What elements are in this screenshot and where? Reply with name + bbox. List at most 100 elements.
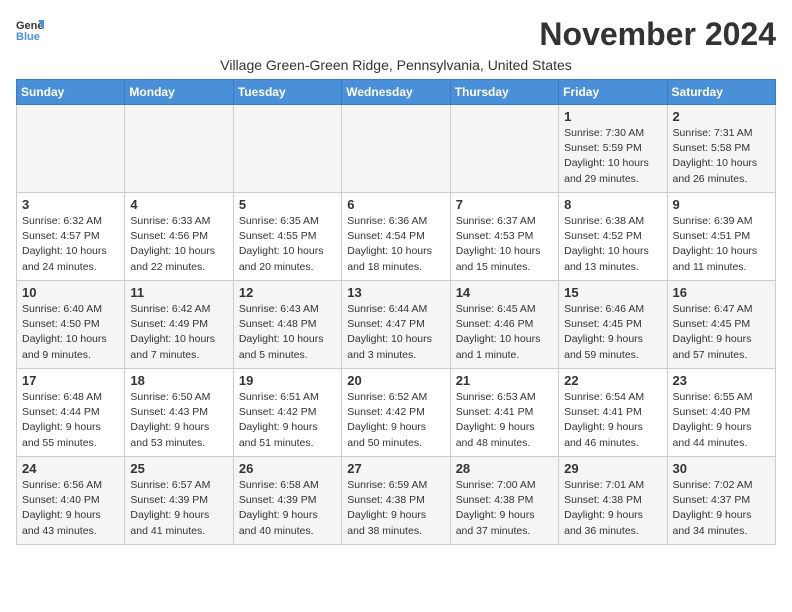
day-info: Sunrise: 6:33 AMSunset: 4:56 PMDaylight:… (130, 214, 227, 275)
day-number: 21 (456, 373, 553, 388)
day-of-week-header: Sunday (17, 80, 125, 105)
calendar-cell: 10 Sunrise: 6:40 AMSunset: 4:50 PMDayligh… (17, 281, 125, 369)
day-info: Sunrise: 6:44 AMSunset: 4:47 PMDaylight:… (347, 302, 444, 363)
calendar-cell: 11 Sunrise: 6:42 AMSunset: 4:49 PMDayligh… (125, 281, 233, 369)
calendar-cell: 18Sunrise: 6:50 AMSunset: 4:43 PMDayligh… (125, 369, 233, 457)
day-info: Sunrise: 6:59 AMSunset: 4:38 PMDaylight:… (347, 478, 444, 539)
calendar-week-row: 3 Sunrise: 6:32 AMSunset: 4:57 PMDaylight… (17, 193, 776, 281)
day-info: Sunrise: 7:31 AMSunset: 5:58 PMDaylight:… (673, 126, 770, 187)
calendar-week-row: 1 Sunrise: 7:30 AMSunset: 5:59 PMDaylight… (17, 105, 776, 193)
day-info: Sunrise: 6:43 AMSunset: 4:48 PMDaylight:… (239, 302, 336, 363)
day-number: 19 (239, 373, 336, 388)
calendar-cell: 23Sunrise: 6:55 AMSunset: 4:40 PMDayligh… (667, 369, 775, 457)
day-number: 5 (239, 197, 336, 212)
calendar-cell: 29Sunrise: 7:01 AMSunset: 4:38 PMDayligh… (559, 457, 667, 545)
calendar-cell: 6 Sunrise: 6:36 AMSunset: 4:54 PMDaylight… (342, 193, 450, 281)
calendar-cell: 20 Sunrise: 6:52 AMSunset: 4:42 PMDayligh… (342, 369, 450, 457)
svg-text:Blue: Blue (16, 31, 40, 43)
calendar-week-row: 10 Sunrise: 6:40 AMSunset: 4:50 PMDayligh… (17, 281, 776, 369)
day-number: 28 (456, 461, 553, 476)
day-number: 15 (564, 285, 661, 300)
day-of-week-header: Monday (125, 80, 233, 105)
day-info: Sunrise: 7:30 AMSunset: 5:59 PMDaylight:… (564, 126, 661, 187)
calendar-cell: 24Sunrise: 6:56 AMSunset: 4:40 PMDayligh… (17, 457, 125, 545)
day-of-week-header: Wednesday (342, 80, 450, 105)
day-of-week-header: Friday (559, 80, 667, 105)
day-info: Sunrise: 6:39 AMSunset: 4:51 PMDaylight:… (673, 214, 770, 275)
day-info: Sunrise: 6:57 AMSunset: 4:39 PMDaylight:… (130, 478, 227, 539)
calendar-cell (17, 105, 125, 193)
day-number: 27 (347, 461, 444, 476)
day-number: 22 (564, 373, 661, 388)
day-info: Sunrise: 6:50 AMSunset: 4:43 PMDaylight:… (130, 390, 227, 451)
calendar-cell: 3 Sunrise: 6:32 AMSunset: 4:57 PMDaylight… (17, 193, 125, 281)
day-number: 25 (130, 461, 227, 476)
day-number: 26 (239, 461, 336, 476)
day-info: Sunrise: 7:02 AMSunset: 4:37 PMDaylight:… (673, 478, 770, 539)
calendar-week-row: 17Sunrise: 6:48 AMSunset: 4:44 PMDayligh… (17, 369, 776, 457)
day-number: 12 (239, 285, 336, 300)
day-info: Sunrise: 6:58 AMSunset: 4:39 PMDaylight:… (239, 478, 336, 539)
day-info: Sunrise: 6:52 AMSunset: 4:42 PMDaylight:… (347, 390, 444, 451)
calendar-cell: 4 Sunrise: 6:33 AMSunset: 4:56 PMDaylight… (125, 193, 233, 281)
calendar-cell: 7 Sunrise: 6:37 AMSunset: 4:53 PMDaylight… (450, 193, 558, 281)
logo-icon: General Blue (16, 16, 44, 44)
day-number: 1 (564, 109, 661, 124)
day-number: 20 (347, 373, 444, 388)
calendar-table: SundayMondayTuesdayWednesdayThursdayFrid… (16, 79, 776, 545)
day-info: Sunrise: 6:54 AMSunset: 4:41 PMDaylight:… (564, 390, 661, 451)
day-info: Sunrise: 6:32 AMSunset: 4:57 PMDaylight:… (22, 214, 119, 275)
day-number: 30 (673, 461, 770, 476)
subtitle: Village Green-Green Ridge, Pennsylvania,… (16, 57, 776, 73)
calendar-body: 1 Sunrise: 7:30 AMSunset: 5:59 PMDaylight… (17, 105, 776, 545)
day-info: Sunrise: 6:51 AMSunset: 4:42 PMDaylight:… (239, 390, 336, 451)
calendar-cell: 27 Sunrise: 6:59 AMSunset: 4:38 PMDayligh… (342, 457, 450, 545)
day-number: 29 (564, 461, 661, 476)
day-info: Sunrise: 6:40 AMSunset: 4:50 PMDaylight:… (22, 302, 119, 363)
calendar-cell: 16Sunrise: 6:47 AMSunset: 4:45 PMDayligh… (667, 281, 775, 369)
calendar-cell: 5 Sunrise: 6:35 AMSunset: 4:55 PMDaylight… (233, 193, 341, 281)
day-number: 9 (673, 197, 770, 212)
calendar-cell: 9 Sunrise: 6:39 AMSunset: 4:51 PMDaylight… (667, 193, 775, 281)
day-number: 2 (673, 109, 770, 124)
calendar-cell (233, 105, 341, 193)
day-number: 24 (22, 461, 119, 476)
calendar-cell: 25 Sunrise: 6:57 AMSunset: 4:39 PMDayligh… (125, 457, 233, 545)
calendar-cell (125, 105, 233, 193)
calendar-cell: 22 Sunrise: 6:54 AMSunset: 4:41 PMDayligh… (559, 369, 667, 457)
day-info: Sunrise: 6:47 AMSunset: 4:45 PMDaylight:… (673, 302, 770, 363)
day-info: Sunrise: 7:00 AMSunset: 4:38 PMDaylight:… (456, 478, 553, 539)
day-of-week-header: Thursday (450, 80, 558, 105)
calendar-cell: 8Sunrise: 6:38 AMSunset: 4:52 PMDaylight… (559, 193, 667, 281)
day-info: Sunrise: 6:46 AMSunset: 4:45 PMDaylight:… (564, 302, 661, 363)
calendar-header-row: SundayMondayTuesdayWednesdayThursdayFrid… (17, 80, 776, 105)
calendar-cell: 30 Sunrise: 7:02 AMSunset: 4:37 PMDayligh… (667, 457, 775, 545)
day-info: Sunrise: 6:42 AMSunset: 4:49 PMDaylight:… (130, 302, 227, 363)
calendar-cell: 1 Sunrise: 7:30 AMSunset: 5:59 PMDaylight… (559, 105, 667, 193)
header: General Blue November 2024 (16, 16, 776, 53)
day-number: 10 (22, 285, 119, 300)
day-number: 8 (564, 197, 661, 212)
calendar-cell (450, 105, 558, 193)
day-number: 7 (456, 197, 553, 212)
day-number: 4 (130, 197, 227, 212)
day-number: 3 (22, 197, 119, 212)
calendar-cell (342, 105, 450, 193)
calendar-cell: 21 Sunrise: 6:53 AMSunset: 4:41 PMDayligh… (450, 369, 558, 457)
day-number: 6 (347, 197, 444, 212)
day-info: Sunrise: 6:36 AMSunset: 4:54 PMDaylight:… (347, 214, 444, 275)
day-info: Sunrise: 6:35 AMSunset: 4:55 PMDaylight:… (239, 214, 336, 275)
day-number: 11 (130, 285, 227, 300)
calendar-cell: 14 Sunrise: 6:45 AMSunset: 4:46 PMDayligh… (450, 281, 558, 369)
calendar-cell: 19 Sunrise: 6:51 AMSunset: 4:42 PMDayligh… (233, 369, 341, 457)
calendar-week-row: 24Sunrise: 6:56 AMSunset: 4:40 PMDayligh… (17, 457, 776, 545)
calendar-cell: 26 Sunrise: 6:58 AMSunset: 4:39 PMDayligh… (233, 457, 341, 545)
day-info: Sunrise: 6:45 AMSunset: 4:46 PMDaylight:… (456, 302, 553, 363)
day-info: Sunrise: 6:55 AMSunset: 4:40 PMDaylight:… (673, 390, 770, 451)
day-info: Sunrise: 6:53 AMSunset: 4:41 PMDaylight:… (456, 390, 553, 451)
day-of-week-header: Tuesday (233, 80, 341, 105)
calendar-cell: 17Sunrise: 6:48 AMSunset: 4:44 PMDayligh… (17, 369, 125, 457)
day-number: 14 (456, 285, 553, 300)
calendar-cell: 13Sunrise: 6:44 AMSunset: 4:47 PMDayligh… (342, 281, 450, 369)
day-info: Sunrise: 6:37 AMSunset: 4:53 PMDaylight:… (456, 214, 553, 275)
